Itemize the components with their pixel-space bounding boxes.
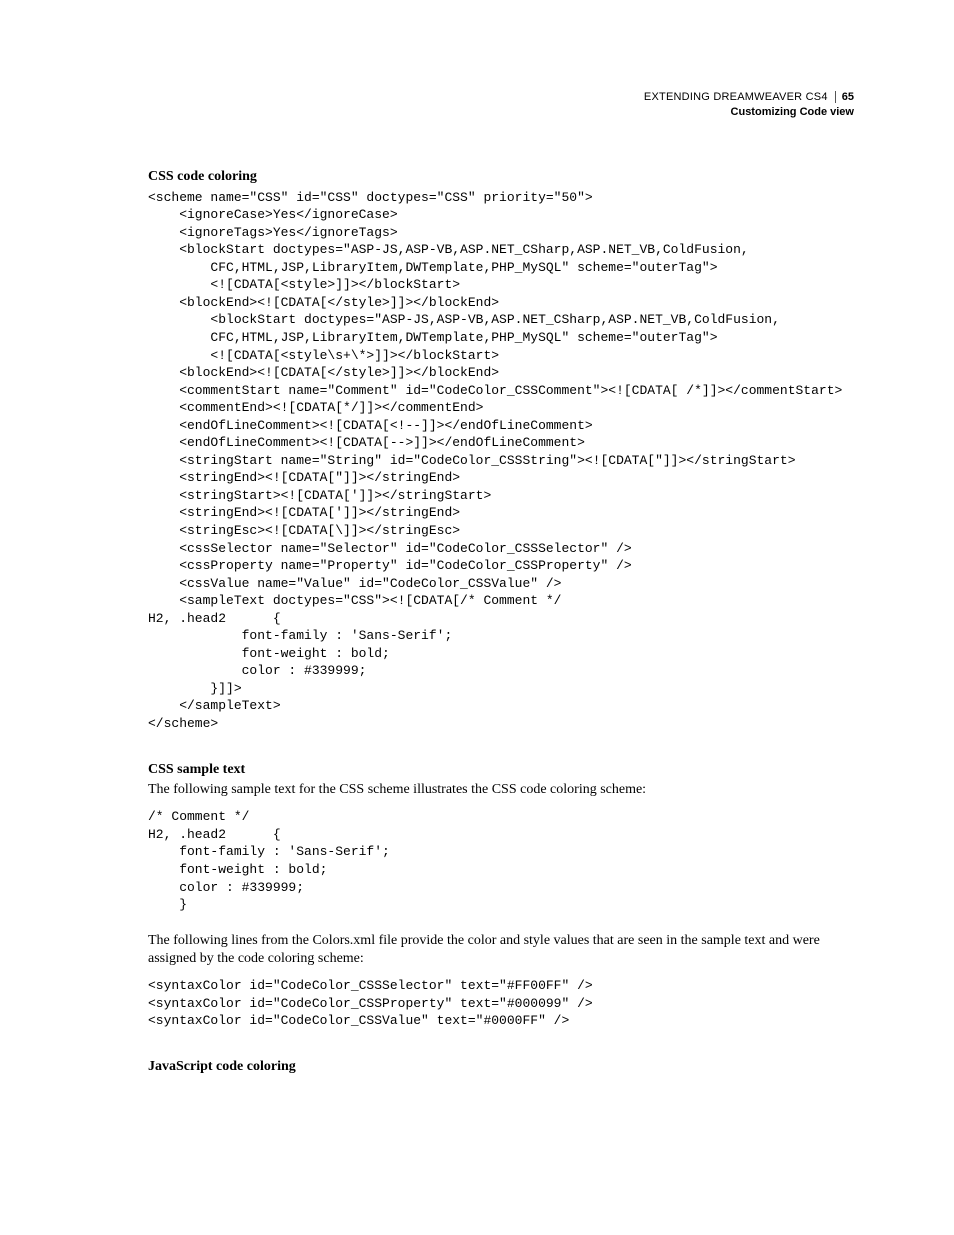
chapter-title: Customizing Code view (148, 105, 854, 120)
page-content: EXTENDING DREAMWEAVER CS4 65 Customizing… (0, 0, 954, 1139)
heading-css-sample-text: CSS sample text (148, 761, 854, 780)
code-block-css-sample: /* Comment */ H2, .head2 { font-family :… (148, 808, 854, 913)
doc-title: EXTENDING DREAMWEAVER CS4 (644, 91, 828, 103)
running-header: EXTENDING DREAMWEAVER CS4 65 Customizing… (148, 90, 854, 120)
code-block-syntax-colors: <syntaxColor id="CodeColor_CSSSelector" … (148, 977, 854, 1030)
para-colors-xml-intro: The following lines from the Colors.xml … (148, 932, 854, 970)
heading-css-code-coloring: CSS code coloring (148, 168, 854, 187)
page-number: 65 (835, 91, 854, 103)
heading-js-code-coloring: JavaScript code coloring (148, 1058, 854, 1077)
para-css-sample-intro: The following sample text for the CSS sc… (148, 781, 854, 800)
code-block-css-scheme: <scheme name="CSS" id="CSS" doctypes="CS… (148, 189, 854, 733)
